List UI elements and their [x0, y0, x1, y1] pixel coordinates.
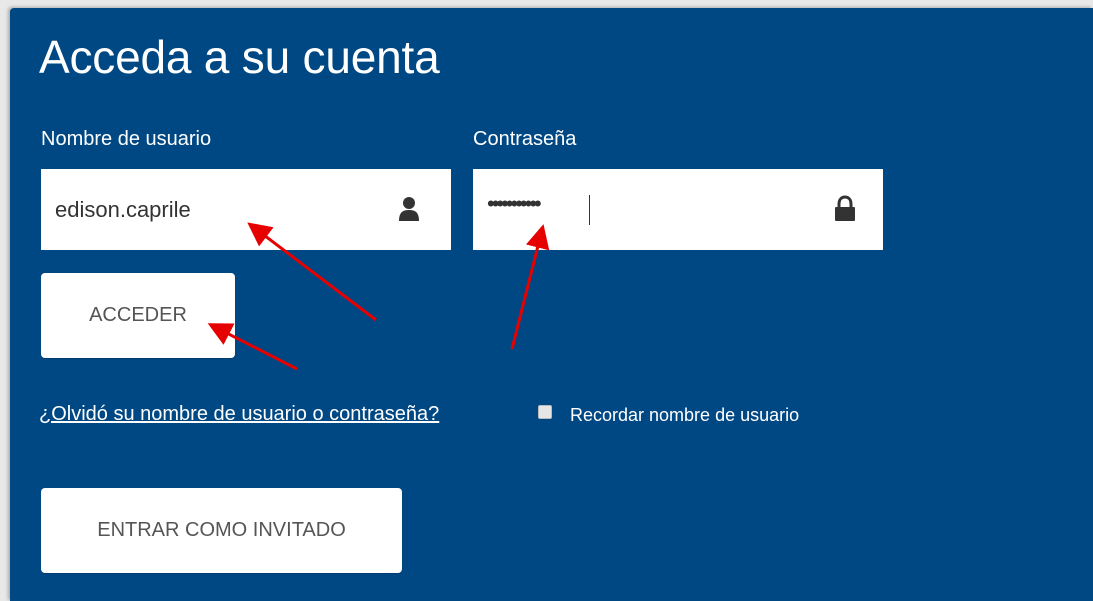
- password-label: Contraseña: [473, 128, 577, 150]
- password-field[interactable]: •••••••••••: [473, 169, 883, 250]
- user-icon: [397, 195, 421, 223]
- login-button[interactable]: ACCEDER: [41, 273, 235, 358]
- text-cursor: [589, 195, 590, 225]
- username-value: edison.caprile: [55, 197, 191, 222]
- remember-username-label: Recordar nombre de usuario: [570, 405, 800, 425]
- lock-icon: [833, 195, 857, 223]
- page-title: Acceda a su cuenta: [39, 31, 440, 83]
- username-field[interactable]: edison.caprile: [41, 169, 451, 250]
- password-value: •••••••••••: [487, 191, 542, 216]
- guest-login-button[interactable]: ENTRAR COMO INVITADO: [41, 488, 402, 573]
- username-label: Nombre de usuario: [41, 128, 212, 150]
- forgot-credentials-link[interactable]: ¿Olvidó su nombre de usuario o contraseñ…: [39, 403, 439, 426]
- remember-username-checkbox[interactable]: [538, 405, 552, 419]
